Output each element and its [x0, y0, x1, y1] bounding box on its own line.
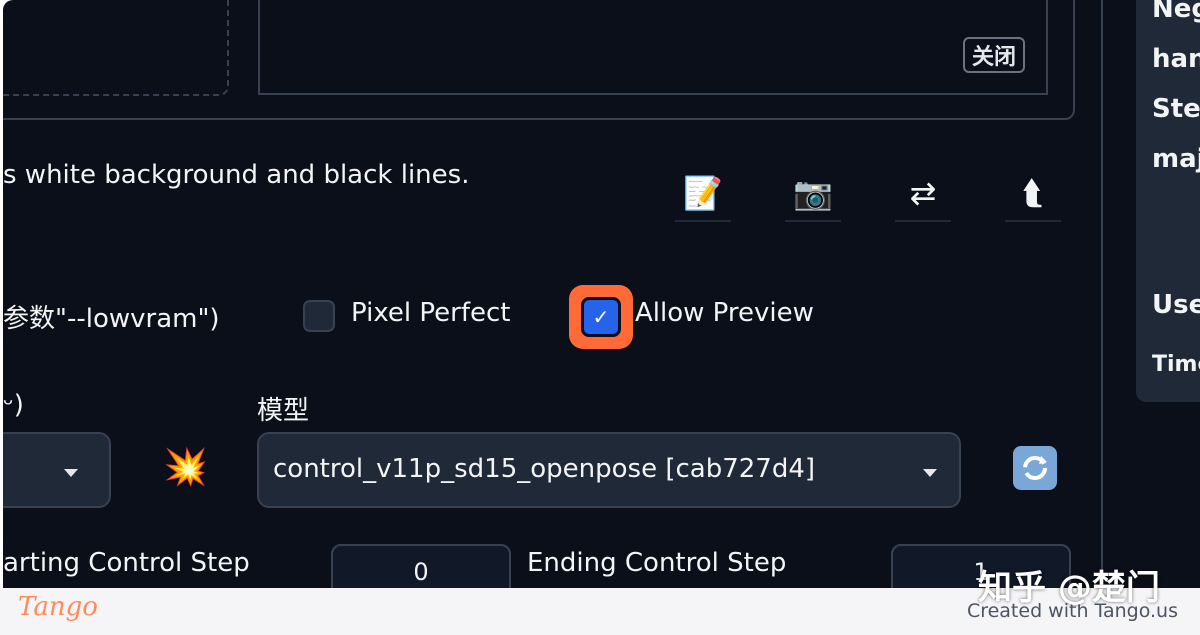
starting-control-step-label: arting Control Step [3, 548, 250, 578]
preprocessor-dropdown[interactable] [3, 432, 111, 508]
preview-box [258, 0, 1048, 95]
starting-control-step-input[interactable]: 0 [331, 544, 511, 588]
allow-preview-label[interactable]: Allow Preview [635, 298, 814, 328]
model-dropdown[interactable]: control_v11p_sd15_openpose [cab727d4] [257, 432, 961, 508]
allow-preview-checkbox[interactable]: ✓ [581, 297, 621, 337]
info-line-5: Use [1152, 290, 1200, 320]
explosion-icon[interactable]: 💥 [163, 446, 208, 488]
refresh-icon[interactable] [1013, 446, 1057, 490]
preprocessor-label-fragment: ᵕ) [3, 390, 24, 420]
upload-icon[interactable]: ⮬ [1005, 166, 1061, 222]
column-divider [1101, 0, 1103, 588]
tango-logo: Tango [18, 592, 98, 622]
ending-control-step-label: Ending Control Step [527, 548, 787, 578]
model-label: 模型 [257, 396, 310, 426]
pixel-perfect-label[interactable]: Pixel Perfect [351, 298, 510, 328]
info-line-4: maj [1152, 144, 1200, 174]
allow-preview-highlight: ✓ [569, 285, 633, 349]
info-line-6: Time [1152, 352, 1200, 377]
close-button[interactable]: 关闭 [963, 37, 1025, 73]
pixel-perfect-checkbox[interactable] [303, 300, 335, 332]
info-line-2: han [1152, 44, 1200, 74]
zhihu-watermark: 知乎 @楚门 [978, 568, 1160, 608]
chevron-down-icon [923, 469, 937, 477]
hint-text: s white background and black lines. [3, 160, 470, 190]
app-window: 关闭 s white background and black lines. 📝… [3, 0, 1200, 588]
memo-icon[interactable]: 📝 [675, 166, 731, 222]
camera-icon[interactable]: 📷 [785, 166, 841, 222]
model-selected-value: control_v11p_sd15_openpose [cab727d4] [273, 454, 816, 484]
lowvram-label: 参数"--lowvram") [3, 304, 220, 334]
swap-icon[interactable]: ⇄ [895, 166, 951, 222]
info-line-1: Neg [1152, 0, 1200, 24]
info-line-3: Step [1152, 94, 1200, 124]
checkmark-icon: ✓ [592, 305, 610, 329]
chevron-down-icon [64, 469, 78, 477]
